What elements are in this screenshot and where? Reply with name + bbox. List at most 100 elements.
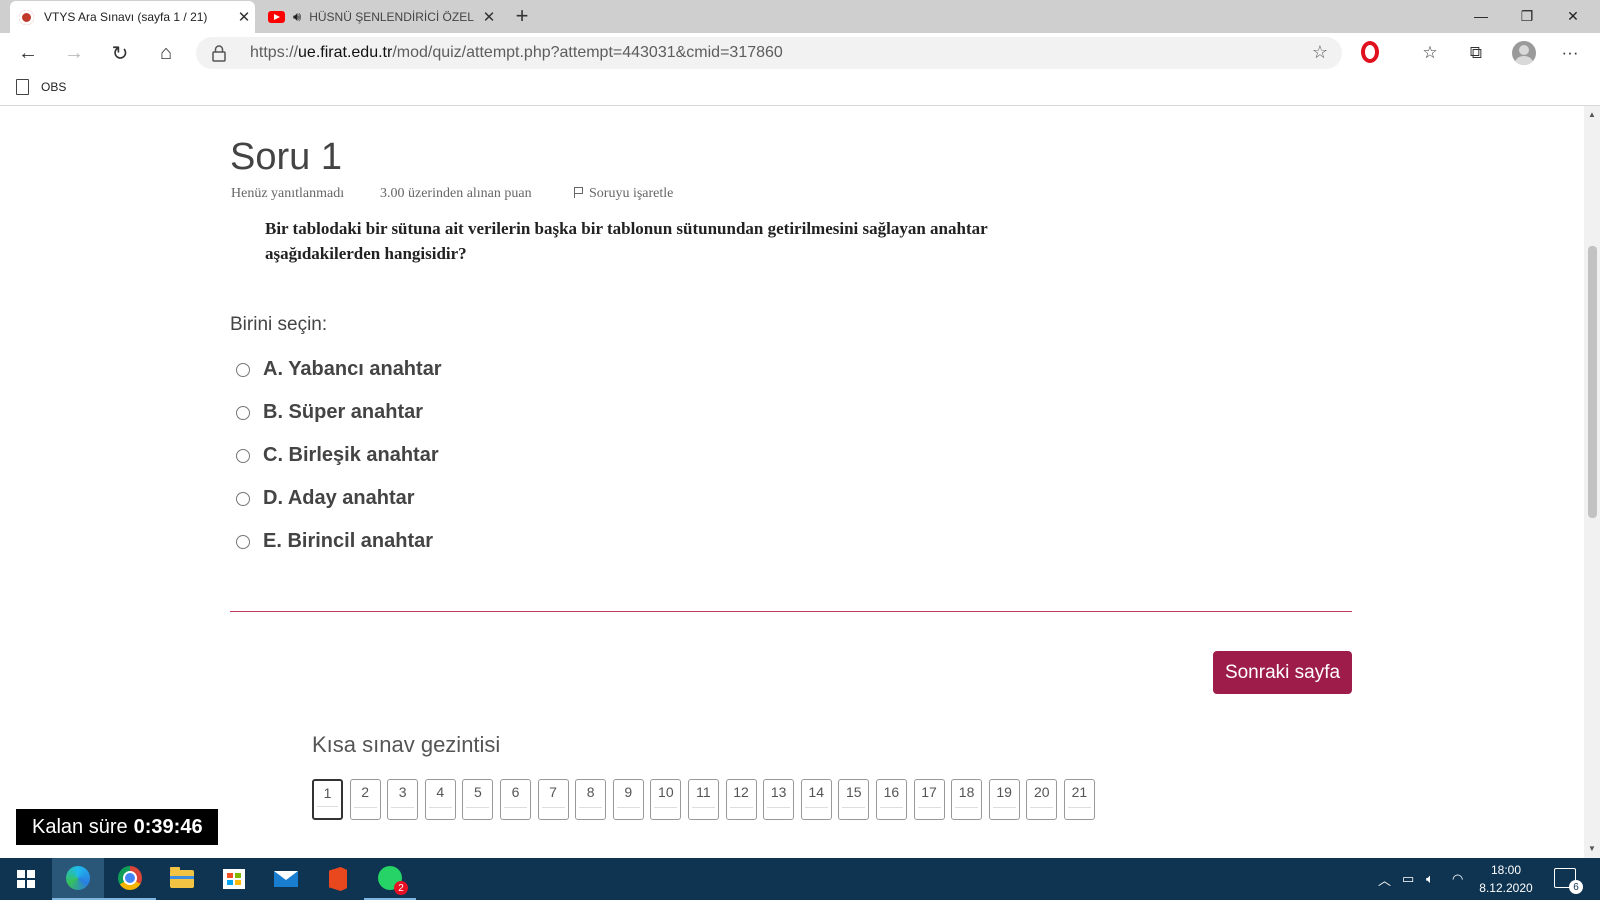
close-window-button[interactable]: ✕ (1550, 0, 1596, 32)
document-icon (16, 79, 29, 95)
quiz-nav-button-6[interactable]: 6 (499, 779, 531, 820)
refresh-button[interactable]: ↻ (104, 39, 136, 67)
taskbar-mail[interactable] (260, 858, 312, 900)
option-e[interactable]: E. Birincil anahtar (236, 530, 433, 553)
option-a[interactable]: A. Yabancı anahtar (236, 358, 442, 381)
edge-icon (66, 866, 90, 890)
home-button[interactable]: ⌂ (150, 39, 182, 67)
quiz-nav-button-3[interactable]: 3 (387, 779, 419, 820)
url-text: https://ue.firat.edu.tr/mod/quiz/attempt… (250, 44, 783, 61)
more-menu-icon[interactable]: ··· (1556, 40, 1584, 66)
quiz-navigation-title: Kısa sınav gezintisi (312, 732, 501, 757)
quiz-nav-button-13[interactable]: 13 (763, 779, 795, 820)
bookmark-obs[interactable]: OBS (16, 79, 66, 95)
favorites-icon[interactable]: ☆ (1416, 40, 1444, 66)
taskbar-edge[interactable] (52, 858, 104, 900)
restore-button[interactable]: ❐ (1504, 0, 1550, 32)
page-scrollbar[interactable]: ▲ ▼ (1584, 106, 1600, 858)
favorite-star-icon[interactable]: ☆ (1312, 42, 1328, 63)
tab-youtube[interactable]: 🔊︎ HÜSNÜ ŞENLENDİRİCİ ÖZEL ✕ (260, 1, 500, 33)
next-page-button[interactable]: Sonraki sayfa (1213, 651, 1352, 694)
taskbar-file-explorer[interactable] (156, 858, 208, 900)
opera-extension-icon[interactable] (1361, 41, 1379, 63)
option-label[interactable]: C. Birleşik anahtar (263, 444, 439, 467)
new-tab-button[interactable]: + (510, 3, 534, 29)
quiz-nav-button-19[interactable]: 19 (988, 779, 1020, 820)
option-c[interactable]: C. Birleşik anahtar (236, 444, 439, 467)
notification-badge: 6 (1569, 880, 1583, 894)
option-d[interactable]: D. Aday anahtar (236, 487, 415, 510)
quiz-nav-button-8[interactable]: 8 (575, 779, 607, 820)
quiz-nav-button-14[interactable]: 14 (800, 779, 832, 820)
divider (230, 611, 1352, 612)
flag-icon (574, 187, 583, 198)
quiz-nav-button-16[interactable]: 16 (875, 779, 907, 820)
start-button[interactable] (0, 858, 52, 900)
bookmarks-bar: OBS (0, 73, 1600, 106)
radio-button[interactable] (236, 534, 250, 549)
scrollbar-thumb[interactable] (1588, 246, 1597, 518)
option-label[interactable]: D. Aday anahtar (263, 487, 415, 510)
option-b[interactable]: B. Süper anahtar (236, 401, 423, 424)
browser-tab-strip: VTYS Ara Sınavı (sayfa 1 / 21) ✕ 🔊︎ HÜSN… (0, 0, 1600, 33)
taskbar-office[interactable] (312, 858, 364, 900)
quiz-nav-button-4[interactable]: 4 (424, 779, 456, 820)
option-label[interactable]: A. Yabancı anahtar (263, 358, 442, 381)
speaker-icon[interactable]: 🔊︎ (293, 9, 301, 25)
taskbar-clock[interactable]: 18:00 8.12.2020 (1466, 861, 1546, 897)
windows-taskbar: 2 ︿ ▭ 🔈︎ ◠ 18:00 8.12.2020 6 (0, 858, 1600, 900)
radio-button[interactable] (236, 491, 250, 506)
option-label[interactable]: E. Birincil anahtar (263, 530, 433, 553)
whatsapp-icon: 2 (378, 866, 408, 895)
back-button[interactable]: ← (12, 39, 44, 67)
scroll-up-icon[interactable]: ▲ (1588, 110, 1596, 119)
wifi-icon[interactable]: ◠ (1452, 858, 1463, 900)
clock-date: 8.12.2020 (1479, 881, 1533, 895)
quiz-nav-button-7[interactable]: 7 (537, 779, 569, 820)
taskbar-store[interactable] (208, 858, 260, 900)
tab-quiz[interactable]: VTYS Ara Sınavı (sayfa 1 / 21) ✕ (10, 1, 255, 33)
radio-button[interactable] (236, 405, 250, 420)
tray-chevron-icon[interactable]: ︿ (1378, 858, 1391, 900)
page-content: Soru 1 Henüz yanıtlanmadı 3.00 üzerinden… (0, 106, 1584, 858)
browser-toolbar: ← → ↻ ⌂ https://ue.firat.edu.tr/mod/quiz… (0, 33, 1600, 73)
address-bar[interactable]: https://ue.firat.edu.tr/mod/quiz/attempt… (196, 37, 1342, 69)
option-label[interactable]: B. Süper anahtar (263, 401, 423, 424)
quiz-nav-button-20[interactable]: 20 (1026, 779, 1058, 820)
collections-icon[interactable]: ⧉ (1462, 40, 1490, 66)
minimize-button[interactable]: — (1458, 0, 1504, 32)
close-tab-icon[interactable]: ✕ (233, 8, 255, 26)
folder-icon (170, 867, 194, 888)
question-title: Soru 1 (230, 136, 342, 178)
taskbar-chrome[interactable] (104, 858, 156, 900)
timer-label: Kalan süre (32, 815, 128, 838)
notification-center-icon[interactable]: 6 (1554, 868, 1583, 894)
quiz-nav-button-15[interactable]: 15 (838, 779, 870, 820)
radio-button[interactable] (236, 448, 250, 463)
quiz-nav-button-2[interactable]: 2 (349, 779, 381, 820)
volume-icon[interactable]: 🔈︎ (1426, 858, 1434, 900)
taskbar-whatsapp[interactable]: 2 (364, 858, 416, 900)
youtube-icon (268, 11, 285, 23)
forward-button[interactable]: → (58, 39, 90, 67)
question-text: Bir tablodaki bir sütuna ait verilerin b… (265, 219, 988, 263)
quiz-nav-button-17[interactable]: 17 (913, 779, 945, 820)
quiz-nav-button-11[interactable]: 11 (687, 779, 719, 820)
scroll-down-icon[interactable]: ▼ (1588, 844, 1596, 853)
quiz-nav-button-21[interactable]: 21 (1063, 779, 1095, 820)
office-icon (329, 867, 347, 891)
remaining-time-timer: Kalan süre 0:39:46 (16, 809, 218, 845)
quiz-nav-button-10[interactable]: 10 (650, 779, 682, 820)
answer-prompt: Birini seçin: (230, 314, 328, 335)
quiz-nav-button-18[interactable]: 18 (951, 779, 983, 820)
moodle-favicon-icon (19, 9, 34, 25)
quiz-nav-button-1[interactable]: 1 (312, 779, 343, 820)
flag-question-link[interactable]: Soruyu işaretle (574, 186, 673, 202)
profile-avatar[interactable] (1512, 41, 1536, 65)
quiz-nav-button-9[interactable]: 9 (612, 779, 644, 820)
close-tab-icon[interactable]: ✕ (478, 8, 500, 26)
radio-button[interactable] (236, 362, 250, 377)
battery-icon[interactable]: ▭ (1402, 858, 1414, 900)
quiz-nav-button-12[interactable]: 12 (725, 779, 757, 820)
quiz-nav-button-5[interactable]: 5 (462, 779, 494, 820)
